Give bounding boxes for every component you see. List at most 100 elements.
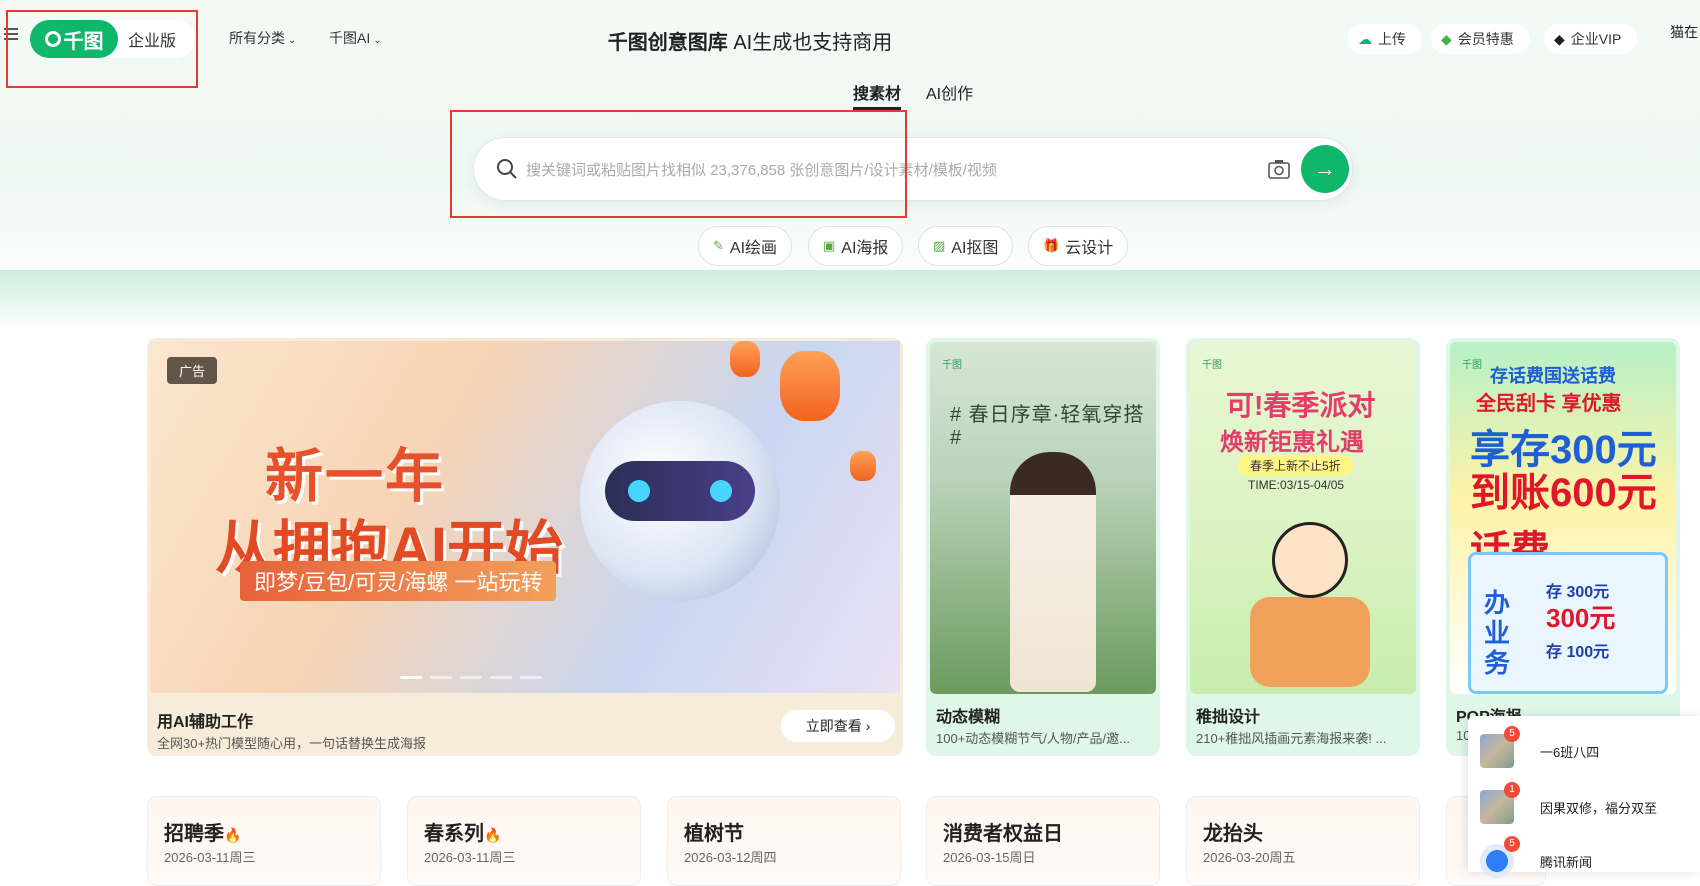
unread-badge: 5: [1504, 726, 1520, 742]
upload-label: 上传: [1378, 31, 1406, 47]
festival-name-text: 植树节: [684, 823, 744, 845]
topic-card-motion-blur[interactable]: 千图 # 春日序章·轻氧穿搭 # 动态模糊 100+动态模糊节气/人物/产品/邀…: [926, 338, 1160, 756]
quick-link-label: 云设计: [1065, 240, 1114, 257]
poster-heading: 可!春季派对: [1226, 390, 1376, 421]
panel-line-3: 存 100元: [1546, 644, 1610, 661]
quick-link-label: AI绘画: [729, 240, 778, 257]
view-now-label: 立即查看: [805, 718, 862, 734]
festival-name-text: 消费者权益日: [943, 823, 1063, 845]
poster-logo: 千图: [1462, 360, 1482, 371]
member-label: 会员特惠: [1457, 31, 1514, 47]
unread-badge: 5: [1504, 836, 1520, 852]
upload-button[interactable]: ☁ 上传: [1348, 24, 1422, 54]
poster-image[interactable]: 千图 存话费国送话费 全民刮卡 享优惠 享存300元 到账600元话费 办业务 …: [1450, 342, 1676, 694]
unread-badge: 1: [1504, 782, 1520, 798]
user-name[interactable]: 猫在: [1670, 22, 1698, 42]
notification-text: 因果双修，福分双至: [1540, 801, 1658, 816]
poster-image[interactable]: 千图 可!春季派对 焕新钜惠礼遇 春季上新不止5折 TIME:03/15-04/…: [1190, 342, 1416, 694]
view-now-button[interactable]: 立即查看 ›: [781, 710, 895, 742]
card-title: 动态模糊: [936, 709, 1001, 726]
brush-icon: ✎: [713, 238, 724, 253]
illustration-bag: [1250, 597, 1370, 687]
notification-item[interactable]: 5 一6班八四: [1480, 726, 1695, 770]
poster-time: TIME:03/15-04/05: [1248, 478, 1345, 492]
topic-card-pop-poster[interactable]: 千图 存话费国送话费 全民刮卡 享优惠 享存300元 到账600元话费 办业务 …: [1446, 338, 1680, 756]
notification-item[interactable]: 1 因果双修，福分双至: [1480, 782, 1695, 826]
poster-tag: 春季上新不止5折: [1238, 455, 1353, 476]
enterprise-vip-button[interactable]: ◆ 企业VIP: [1544, 24, 1638, 54]
quick-link-ai-poster[interactable]: ▣ AI海报: [808, 226, 904, 266]
banner-tagline: 即梦/豆包/可灵/海螺 一站玩转: [240, 561, 557, 601]
carousel-dot[interactable]: [520, 676, 542, 679]
festival-card[interactable]: 龙抬头 2026-03-20周五: [1186, 796, 1420, 886]
festival-card[interactable]: 植树节 2026-03-12周四: [667, 796, 901, 886]
tab-search-assets[interactable]: 搜素材: [853, 80, 902, 110]
banner-card[interactable]: 广告 新一年 从拥抱AI开始 即梦/豆包/可灵/海螺 一站玩转 用AI辅助工作 …: [147, 338, 903, 756]
card-title: 稚拙设计: [1196, 709, 1261, 726]
banner-caption-title: 用AI辅助工作: [157, 714, 254, 731]
quick-link-cloud-design[interactable]: 🎁 云设计: [1028, 226, 1129, 266]
poster-heading: 存话费国送话费: [1490, 366, 1616, 386]
carousel-dot[interactable]: [460, 676, 482, 679]
model-figure: [1010, 452, 1096, 692]
banner-image[interactable]: 广告 新一年 从拥抱AI开始 即梦/豆包/可灵/海螺 一站玩转: [150, 341, 900, 693]
notification-popup: 5 一6班八四 1 因果双修，福分双至 5 腾讯新闻: [1468, 716, 1700, 878]
notification-item[interactable]: 5 腾讯新闻: [1480, 836, 1695, 880]
festival-name: 龙抬头: [1203, 817, 1263, 846]
page-title: 千图创意图库 AI生成也支持商用: [0, 26, 1500, 55]
camera-search-icon[interactable]: [1267, 158, 1291, 180]
festival-name: 植树节: [684, 817, 744, 846]
ad-badge: 广告: [167, 357, 218, 384]
quick-link-ai-cutout[interactable]: ▨ AI抠图: [918, 226, 1014, 266]
vip-label: 企业VIP: [1570, 31, 1622, 47]
carousel-dot[interactable]: [490, 676, 512, 679]
title-slogan: AI生成也支持商用: [733, 32, 893, 54]
quick-link-ai-paint[interactable]: ✎ AI绘画: [698, 226, 793, 266]
carousel-dot[interactable]: [430, 676, 452, 679]
notification-text: 一6班八四: [1540, 745, 1600, 760]
lantern-decoration: [850, 451, 876, 481]
fire-icon: 🔥: [224, 827, 242, 843]
search-submit-button[interactable]: →: [1301, 145, 1349, 193]
poster-heading: # 春日序章·轻氧穿搭 #: [950, 404, 1145, 449]
highlight-box-search: [450, 110, 907, 218]
diamond-icon: ◆: [1441, 30, 1452, 47]
poster-image[interactable]: 千图 # 春日序章·轻氧穿搭 #: [930, 342, 1156, 694]
festival-name-text: 春系列: [424, 823, 484, 845]
festival-name-text: 龙抬头: [1203, 823, 1263, 845]
gift-icon: 🎁: [1043, 238, 1060, 253]
festival-name-text: 招聘季: [164, 823, 224, 845]
member-offer-button[interactable]: ◆ 会员特惠: [1431, 24, 1530, 54]
carousel-dot[interactable]: [400, 676, 422, 679]
festival-date: 2026-03-11周三: [164, 850, 256, 865]
tab-ai-create[interactable]: AI创作: [926, 80, 973, 104]
card-subtitle: 210+稚拙风插画元素海报来袭! ...: [1196, 731, 1387, 746]
topic-card-naive-design[interactable]: 千图 可!春季派对 焕新钜惠礼遇 春季上新不止5折 TIME:03/15-04/…: [1186, 338, 1420, 756]
festival-date: 2026-03-20周五: [1203, 850, 1296, 865]
lantern-decoration: [730, 341, 760, 377]
festival-card[interactable]: 消费者权益日 2026-03-15周日: [926, 796, 1160, 886]
poster-icon: ▣: [823, 238, 836, 253]
illustration-face: [1272, 522, 1348, 598]
panel-line-2: 300元: [1546, 603, 1616, 633]
festival-name: 招聘季🔥: [164, 817, 241, 846]
carousel-dots[interactable]: [400, 676, 542, 679]
vip-diamond-icon: ◆: [1554, 30, 1565, 47]
robot-eye: [628, 480, 650, 502]
poster-logo: 千图: [942, 360, 962, 371]
poster-vertical-text: 办业务: [1484, 588, 1511, 678]
title-brand: 千图创意图库: [607, 32, 728, 54]
cutout-icon: ▨: [933, 238, 946, 253]
festival-name: 消费者权益日: [943, 817, 1063, 846]
festival-date: 2026-03-11周三: [424, 850, 516, 865]
quick-link-label: AI海报: [841, 240, 889, 257]
poster-subheading: 全民刮卡 享优惠: [1476, 393, 1622, 415]
festival-card[interactable]: 招聘季🔥 2026-03-11周三: [147, 796, 381, 886]
banner-caption-subtitle: 全网30+热门模型随心用，一句话替换生成海报: [157, 736, 427, 751]
festival-date: 2026-03-12周四: [684, 850, 777, 865]
card-subtitle: 100+动态模糊节气/人物/产品/邀...: [936, 731, 1130, 746]
festival-date: 2026-03-15周日: [943, 850, 1036, 865]
cloud-upload-icon: ☁: [1358, 30, 1372, 47]
notification-text: 腾讯新闻: [1540, 855, 1593, 870]
festival-card[interactable]: 春系列🔥 2026-03-11周三: [407, 796, 641, 886]
